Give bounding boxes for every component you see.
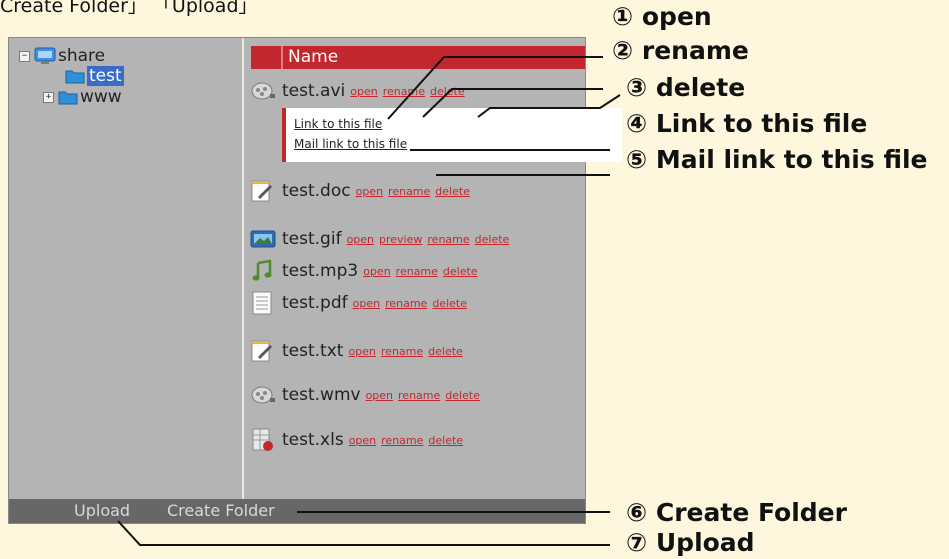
callout-create-folder: ⑥ Create Folder xyxy=(626,498,847,527)
callout-link-to-file: ④ Link to this file xyxy=(626,109,868,138)
callout-rename: ② rename xyxy=(612,36,749,65)
callout-delete: ③ delete xyxy=(626,73,746,102)
callout-open: ① open xyxy=(612,2,712,31)
callout-upload: ⑦ Upload xyxy=(626,528,755,557)
callout-leader-lines xyxy=(117,56,621,546)
callout-mail-link: ⑤ Mail link to this file xyxy=(626,145,928,174)
